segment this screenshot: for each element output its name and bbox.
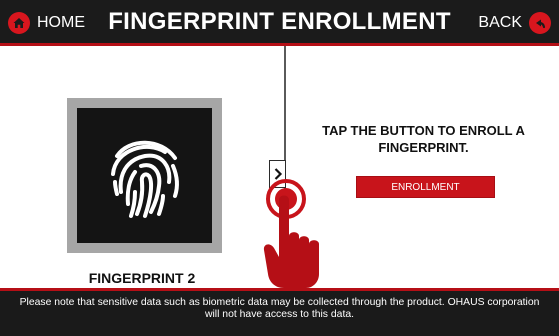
home-label: HOME — [37, 14, 85, 31]
privacy-notice-line-2: will not have access to this data. — [204, 309, 354, 320]
back-arrow-icon — [529, 12, 551, 34]
instruction-line-2: FINGERPRINT. — [378, 140, 469, 155]
fingerprint-panel: FINGERPRINT 2 — [0, 46, 284, 288]
instruction-line-1: TAP THE BUTTON TO ENROLL A — [322, 123, 525, 138]
fingerprint-tile — [77, 108, 212, 243]
fingerprint-frame — [67, 98, 222, 253]
home-button[interactable]: HOME — [8, 10, 85, 36]
enrollment-button[interactable]: ENROLLMENT — [356, 176, 495, 198]
fingerprint-label: FINGERPRINT 2 — [88, 270, 196, 286]
privacy-notice: Please note that sensitive data such as … — [0, 288, 559, 336]
fingerprint-enrollment-screen: HOME FINGERPRINT ENROLLMENT BACK FINGERP… — [0, 0, 559, 336]
back-label: BACK — [478, 14, 522, 31]
header-bar: HOME FINGERPRINT ENROLLMENT BACK — [0, 0, 559, 46]
tap-hand-icon — [263, 179, 319, 288]
home-icon — [8, 12, 30, 34]
fingerprint-icon — [110, 140, 179, 218]
privacy-notice-line-1: Please note that sensitive data such as … — [19, 297, 540, 308]
back-button[interactable]: BACK — [478, 10, 551, 36]
enroll-instruction: TAP THE BUTTON TO ENROLL A FINGERPRINT. — [302, 122, 545, 156]
